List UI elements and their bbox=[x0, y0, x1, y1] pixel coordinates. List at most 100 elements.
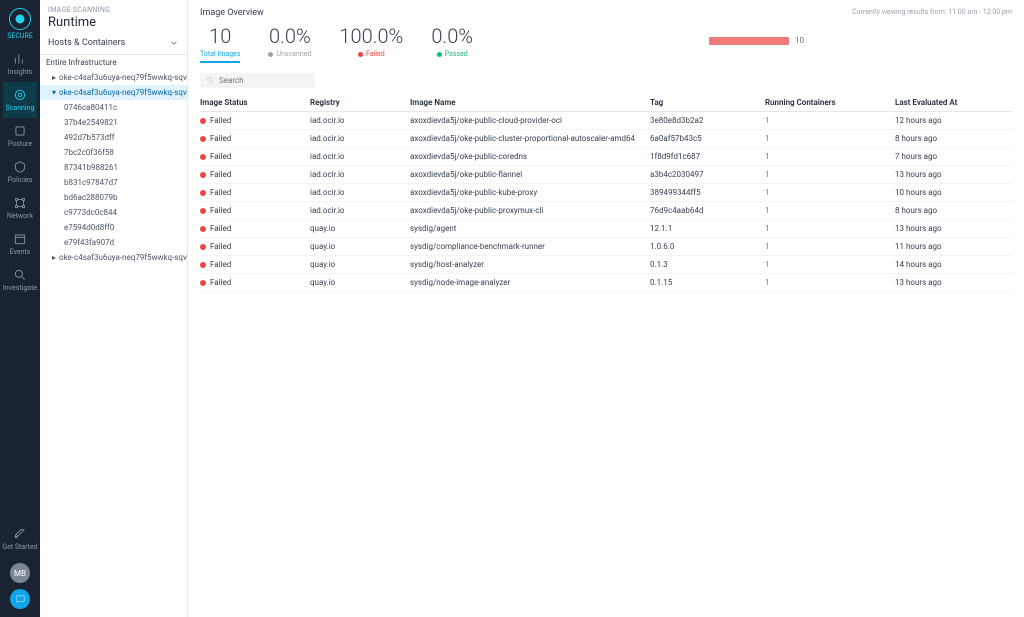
col-header[interactable]: Registry bbox=[310, 98, 410, 107]
tag-cell: 1f8d9fd1c687 bbox=[650, 152, 765, 161]
registry-cell: iad.ocir.io bbox=[310, 152, 410, 161]
tree-root[interactable]: Entire Infrastructure bbox=[40, 55, 187, 70]
stats-row: 10Total Images 0.0%Unscanned 100.0%Failed 0… bbox=[200, 24, 1012, 63]
overview-label: Image Overview bbox=[200, 8, 264, 18]
rocket-icon bbox=[13, 527, 27, 541]
image-cell: axoxdievda5j/oke-public-coredns bbox=[410, 152, 650, 161]
tree-node[interactable]: 87341b988261 bbox=[40, 160, 187, 175]
status-cell: Failed bbox=[200, 170, 310, 179]
nav-rail: SECURE InsightsScanningPosturePoliciesNe… bbox=[0, 0, 40, 617]
tag-cell: 3e80e8d3b2a2 bbox=[650, 116, 765, 125]
table-row[interactable]: Failedquay.iosysdig/host-analyzer0.1.311… bbox=[200, 256, 1012, 274]
tag-cell: 76d9c4aab64d bbox=[650, 206, 765, 215]
last-cell: 13 hours ago bbox=[895, 170, 1015, 179]
tree-cluster[interactable]: ▸oke-c4saf3u6uya-neq79f5wwkq-sqvfxjdszfq… bbox=[40, 70, 187, 85]
rail-events[interactable]: Events bbox=[3, 226, 37, 262]
tree-node[interactable]: b831c97847d7 bbox=[40, 175, 187, 190]
tree-node[interactable]: 492d7b573dff bbox=[40, 130, 187, 145]
brand-logo[interactable] bbox=[9, 8, 31, 30]
tag-cell: 6a0af57b43c5 bbox=[650, 134, 765, 143]
rail-get-started[interactable]: Get Started bbox=[0, 521, 40, 557]
chevron-down-icon bbox=[169, 38, 179, 48]
failed-bar bbox=[709, 37, 789, 45]
table-row[interactable]: Failediad.ocir.ioaxoxdievda5j/oke-public… bbox=[200, 148, 1012, 166]
rail-network[interactable]: Network bbox=[3, 190, 37, 226]
col-header[interactable]: Running Containers bbox=[765, 98, 895, 107]
table-row[interactable]: Failediad.ocir.ioaxoxdievda5j/oke-public… bbox=[200, 112, 1012, 130]
col-header[interactable]: Image Status bbox=[200, 98, 310, 107]
rail-policies[interactable]: Policies bbox=[3, 154, 37, 190]
registry-cell: iad.ocir.io bbox=[310, 188, 410, 197]
status-cell: Failed bbox=[200, 134, 310, 143]
table-row[interactable]: Failediad.ocir.ioaxoxdievda5j/oke-public… bbox=[200, 166, 1012, 184]
col-header[interactable]: Image Name bbox=[410, 98, 650, 107]
events-icon bbox=[13, 232, 27, 246]
tree-node[interactable]: e79f43fa907d bbox=[40, 235, 187, 250]
last-cell: 14 hours ago bbox=[895, 260, 1015, 269]
registry-cell: iad.ocir.io bbox=[310, 206, 410, 215]
registry-cell: quay.io bbox=[310, 260, 410, 269]
tree-cluster[interactable]: ▸oke-c4saf3u6uya-neq79f5wwkq-sqvfxjdszfq… bbox=[40, 250, 187, 265]
tree-node[interactable]: 7bc2c0f36f58 bbox=[40, 145, 187, 160]
user-avatar[interactable]: MB bbox=[10, 563, 30, 583]
status-cell: Failed bbox=[200, 242, 310, 251]
tree-node[interactable]: c9773dc0c844 bbox=[40, 205, 187, 220]
col-header[interactable]: Tag bbox=[650, 98, 765, 107]
table-row[interactable]: Failediad.ocir.ioaxoxdievda5j/oke-public… bbox=[200, 184, 1012, 202]
rail-insights[interactable]: Insights bbox=[3, 46, 37, 82]
image-cell: axoxdievda5j/oke-public-kube-proxy bbox=[410, 188, 650, 197]
last-cell: 8 hours ago bbox=[895, 134, 1015, 143]
stat-passed[interactable]: 0.0%Passed bbox=[431, 24, 473, 63]
stat-total-images[interactable]: 10Total Images bbox=[200, 24, 240, 63]
tree-node[interactable]: 0746ca80411c bbox=[40, 100, 187, 115]
last-cell: 12 hours ago bbox=[895, 116, 1015, 125]
status-cell: Failed bbox=[200, 224, 310, 233]
stat-unscanned[interactable]: 0.0%Unscanned bbox=[268, 24, 311, 63]
tag-cell: 12.1.1 bbox=[650, 224, 765, 233]
search-input[interactable] bbox=[219, 76, 309, 85]
running-cell: 1 bbox=[765, 242, 895, 251]
running-cell: 1 bbox=[765, 116, 895, 125]
registry-cell: iad.ocir.io bbox=[310, 170, 410, 179]
status-cell: Failed bbox=[200, 260, 310, 269]
table-row[interactable]: Failediad.ocir.ioaxoxdievda5j/oke-public… bbox=[200, 202, 1012, 220]
last-cell: 13 hours ago bbox=[895, 278, 1015, 287]
image-cell: axoxdievda5j/oke-public-proxymux-cli bbox=[410, 206, 650, 215]
last-cell: 7 hours ago bbox=[895, 152, 1015, 161]
running-cell: 1 bbox=[765, 152, 895, 161]
status-cell: Failed bbox=[200, 206, 310, 215]
scanning-icon bbox=[13, 88, 27, 102]
tag-cell: 0.1.15 bbox=[650, 278, 765, 287]
table-row[interactable]: Failedquay.iosysdig/agent12.1.1113 hours… bbox=[200, 220, 1012, 238]
status-cell: Failed bbox=[200, 152, 310, 161]
registry-cell: iad.ocir.io bbox=[310, 134, 410, 143]
registry-cell: quay.io bbox=[310, 224, 410, 233]
table-row[interactable]: Failedquay.iosysdig/node-image-analyzer0… bbox=[200, 274, 1012, 292]
tree-node[interactable]: 37b4e2549821 bbox=[40, 115, 187, 130]
tree-panel: IMAGE SCANNING Runtime Hosts & Container… bbox=[40, 0, 188, 617]
tree-section: IMAGE SCANNING bbox=[48, 6, 179, 14]
search-box[interactable] bbox=[200, 73, 315, 88]
last-cell: 10 hours ago bbox=[895, 188, 1015, 197]
last-cell: 11 hours ago bbox=[895, 242, 1015, 251]
tree-node[interactable]: e7594d0d8ff0 bbox=[40, 220, 187, 235]
rail-posture[interactable]: Posture bbox=[3, 118, 37, 154]
running-cell: 1 bbox=[765, 134, 895, 143]
table-row[interactable]: Failediad.ocir.ioaxoxdievda5j/oke-public… bbox=[200, 130, 1012, 148]
tree-node[interactable]: bd6ac288079b bbox=[40, 190, 187, 205]
tree-cluster[interactable]: ▾oke-c4saf3u6uya-neq79f5wwkq-sqvfxjdszfq… bbox=[40, 85, 187, 100]
scope-selector[interactable]: Hosts & Containers bbox=[40, 32, 187, 55]
image-cell: axoxdievda5j/oke-public-cluster-proporti… bbox=[410, 134, 650, 143]
image-cell: axoxdievda5j/oke-public-flannel bbox=[410, 170, 650, 179]
running-cell: 1 bbox=[765, 224, 895, 233]
table-row[interactable]: Failedquay.iosysdig/compliance-benchmark… bbox=[200, 238, 1012, 256]
image-cell: sysdig/node-image-analyzer bbox=[410, 278, 650, 287]
col-header[interactable]: Last Evaluated At bbox=[895, 98, 1015, 107]
bar-count: 10 bbox=[795, 36, 804, 45]
stat-failed[interactable]: 100.0%Failed bbox=[339, 24, 403, 63]
chat-button[interactable] bbox=[10, 589, 30, 609]
rail-scanning[interactable]: Scanning bbox=[3, 82, 37, 118]
running-cell: 1 bbox=[765, 278, 895, 287]
image-cell: sysdig/compliance-benchmark-runner bbox=[410, 242, 650, 251]
rail-investigate[interactable]: Investigate bbox=[3, 262, 37, 298]
